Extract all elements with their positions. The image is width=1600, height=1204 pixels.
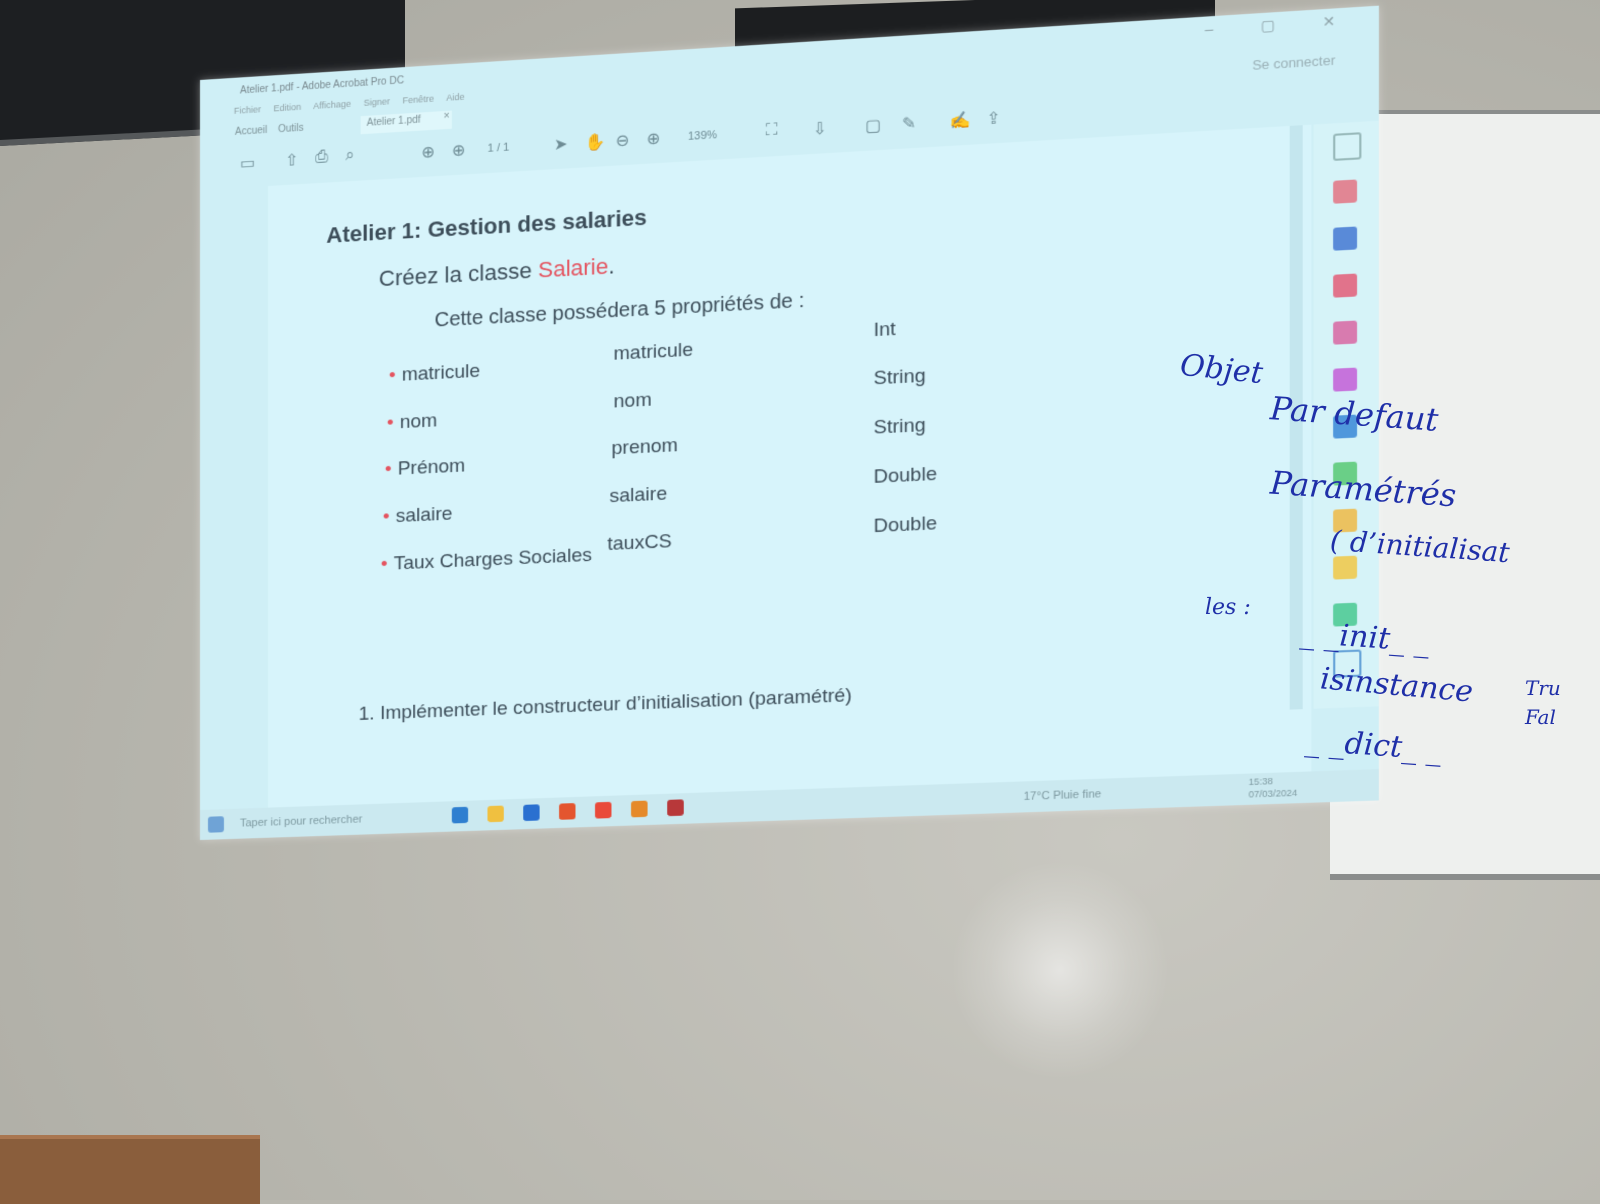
- property-type: Double: [873, 512, 937, 538]
- handwriting-les: les :: [1205, 595, 1251, 620]
- bullet-icon: •: [382, 506, 390, 528]
- zoom-icon[interactable]: [1333, 132, 1362, 161]
- taskbar-search[interactable]: Taper ici pour rechercher: [240, 813, 362, 829]
- organize-icon[interactable]: [1333, 320, 1358, 345]
- handwriting-false: Fal: [1525, 705, 1556, 729]
- fit-page-icon[interactable]: ⛶: [766, 121, 778, 140]
- property-name: prenom: [611, 434, 678, 460]
- edit-pdf-icon[interactable]: [1333, 273, 1358, 298]
- property-name: matricule: [613, 339, 694, 365]
- chrome-icon[interactable]: [595, 801, 612, 819]
- menu-signer[interactable]: Signer: [364, 96, 390, 108]
- menu-aide[interactable]: Aide: [446, 92, 464, 103]
- menu-affichage[interactable]: Affichage: [313, 99, 351, 111]
- menu-fichier[interactable]: Fichier: [234, 104, 261, 116]
- acrobat-icon[interactable]: [667, 799, 684, 817]
- property-label: • matricule: [388, 360, 481, 387]
- windows-start-icon[interactable]: [207, 816, 224, 833]
- property-label: • Taux Charges Sociales: [380, 544, 592, 576]
- search-icon[interactable]: ⌕: [345, 147, 354, 166]
- save-icon[interactable]: ▭: [240, 153, 255, 174]
- vscode-icon[interactable]: [523, 804, 540, 822]
- fill-sign-icon[interactable]: [1333, 367, 1358, 392]
- property-name: nom: [613, 389, 652, 413]
- bullet-icon: •: [384, 458, 392, 481]
- tab-document[interactable]: Atelier 1.pdf: [360, 110, 452, 135]
- property-label: • salaire: [382, 503, 453, 528]
- comment-icon[interactable]: ▢: [865, 115, 881, 136]
- mail-icon[interactable]: [451, 806, 469, 824]
- property-label: • nom: [386, 410, 438, 434]
- select-cursor-icon[interactable]: ➤: [554, 134, 568, 155]
- app-icon[interactable]: [559, 803, 576, 820]
- property-label: • Prénom: [384, 455, 466, 481]
- projected-screen: Atelier 1.pdf - Adobe Acrobat Pro DC – ▢…: [200, 5, 1379, 840]
- menu-fenetre[interactable]: Fenêtre: [403, 93, 434, 105]
- comment-tool-icon[interactable]: [1333, 555, 1358, 580]
- create-pdf-icon[interactable]: [1333, 179, 1358, 204]
- class-description: Cette classe possédera 5 propriétés de :: [434, 289, 805, 332]
- bullet-icon: •: [380, 553, 388, 576]
- property-name: salaire: [609, 483, 668, 508]
- upload-icon[interactable]: ⇧: [285, 150, 298, 171]
- create-class-line: Créez la classe Salarie.: [379, 253, 615, 292]
- page-title: Atelier 1: Gestion des salaries: [326, 204, 647, 248]
- bullet-icon: •: [388, 364, 396, 387]
- prev-page-icon[interactable]: ⊕: [421, 142, 435, 163]
- task-item: 1. Implémenter le constructeur d’initial…: [359, 685, 852, 726]
- git-icon[interactable]: [631, 800, 648, 818]
- zoom-level[interactable]: 139%: [688, 129, 717, 143]
- task-number: 1.: [358, 703, 375, 726]
- signin-link[interactable]: Se connecter: [1252, 52, 1335, 73]
- handwriting-true: Tru: [1525, 676, 1561, 700]
- share-icon[interactable]: ⇪: [986, 108, 1000, 129]
- weather-status[interactable]: 17°C Pluie fine: [1024, 788, 1102, 803]
- bullet-icon: •: [386, 412, 394, 434]
- property-type: Double: [873, 463, 937, 489]
- create-prefix: Créez la classe: [378, 257, 539, 292]
- menu-edition[interactable]: Edition: [274, 102, 302, 114]
- sign-icon[interactable]: ✍: [949, 110, 970, 132]
- window-title: Atelier 1.pdf - Adobe Acrobat Pro DC: [239, 75, 404, 97]
- task-text: Implémenter le constructeur d’initialisa…: [379, 684, 853, 725]
- page-indicator[interactable]: 1 / 1: [487, 141, 509, 154]
- next-page-icon[interactable]: ⊕: [452, 140, 466, 161]
- desk-corner: [0, 1135, 260, 1204]
- zoom-in-icon[interactable]: ⊕: [647, 128, 661, 149]
- print-icon[interactable]: ⎙: [315, 148, 328, 167]
- scroll-mode-icon[interactable]: ⇩: [813, 118, 827, 139]
- tab-tools[interactable]: Outils: [278, 123, 304, 136]
- folder-icon[interactable]: [487, 805, 504, 823]
- clock[interactable]: 15:38 07/03/2024: [1249, 774, 1298, 801]
- class-name: Salarie: [538, 253, 609, 283]
- pdf-page: Atelier 1: Gestion des salaries Créez la…: [268, 124, 1312, 828]
- zoom-out-icon[interactable]: ⊖: [616, 130, 630, 151]
- property-type: String: [873, 414, 926, 439]
- create-suffix: .: [608, 253, 615, 279]
- property-type: String: [873, 365, 926, 390]
- tab-home[interactable]: Accueil: [235, 125, 267, 138]
- pen-icon[interactable]: ✎: [902, 113, 916, 134]
- export-pdf-icon[interactable]: [1333, 226, 1358, 251]
- close-icon[interactable]: ×: [444, 111, 450, 122]
- window-controls[interactable]: – ▢ ✕: [1205, 11, 1357, 38]
- property-name: tauxCS: [607, 530, 672, 556]
- property-type: Int: [873, 318, 896, 342]
- light-reflection: [950, 860, 1170, 1080]
- hand-icon[interactable]: ✋: [585, 132, 605, 154]
